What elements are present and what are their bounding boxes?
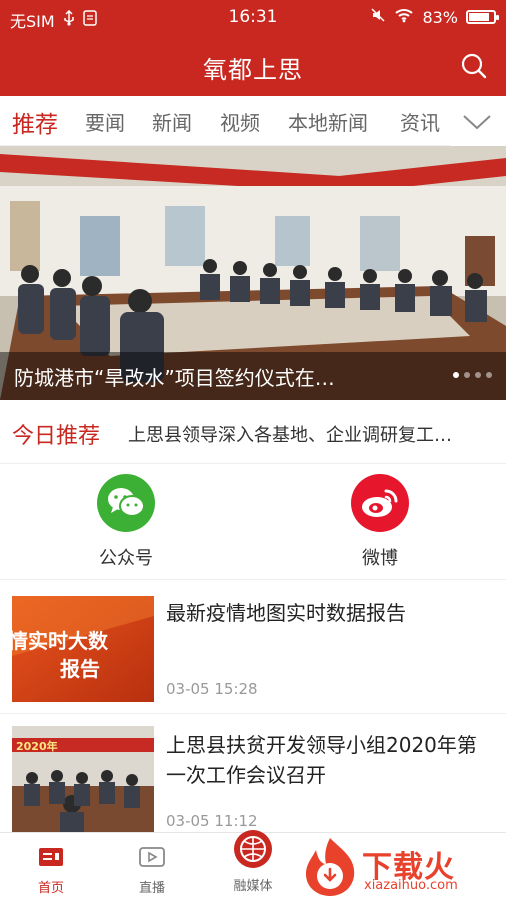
- news-time: 03-05 15:28: [166, 680, 258, 698]
- search-icon: [461, 53, 487, 79]
- tab-news[interactable]: 新闻: [152, 107, 192, 136]
- more-channels-button[interactable]: [450, 96, 506, 146]
- weibo-icon: [351, 474, 409, 532]
- tab-local-news[interactable]: 本地新闻: [288, 107, 368, 136]
- mute-icon: [370, 7, 386, 27]
- home-icon: [11, 841, 91, 873]
- thumb-text: 报告: [60, 657, 100, 681]
- tab-recommend[interactable]: 推荐: [12, 105, 58, 139]
- news-item[interactable]: 2020年 上思县扶贫开发领导小组2020年第一次工作会议召开 03-05 11…: [0, 714, 506, 832]
- carousel-dot: [453, 372, 459, 378]
- page-title: 氧都上思: [203, 56, 303, 84]
- today-recommend-label: 今日推荐: [12, 424, 101, 449]
- news-title: 最新疫情地图实时数据报告: [166, 601, 406, 625]
- news-item[interactable]: 情实时大数 报告 最新疫情地图实时数据报告 03-05 15:28: [0, 582, 506, 714]
- nav-live[interactable]: 直播: [112, 841, 192, 896]
- carousel-dot: [475, 372, 481, 378]
- watermark: 下载火 xiazaihuo.com: [300, 836, 506, 900]
- weibo-entry[interactable]: 微博: [320, 474, 440, 570]
- wechat-icon: [97, 474, 155, 532]
- tab-video[interactable]: 视频: [220, 107, 260, 136]
- tab-info[interactable]: 资讯: [400, 107, 440, 136]
- app-header: 无SIM 16:31 83% 氧都上思: [0, 0, 506, 96]
- search-button[interactable]: [460, 52, 488, 80]
- nav-home[interactable]: 首页: [11, 841, 91, 896]
- today-recommend-headline[interactable]: 上思县领导深入各基地、企业调研复工…: [128, 421, 488, 447]
- nav-live-label: 直播: [138, 881, 165, 896]
- battery-percent: 83%: [422, 7, 458, 27]
- banner-caption: 防城港市“旱改水”项目签约仪式在…: [14, 366, 335, 390]
- today-recommend-bar[interactable]: 今日推荐 上思县领导深入各基地、企业调研复工…: [0, 400, 506, 464]
- status-bar: 无SIM 16:31 83%: [0, 0, 506, 34]
- tab-headlines[interactable]: 要闻: [85, 107, 125, 136]
- media-icon: [213, 827, 293, 871]
- banner-caption-bar: 防城港市“旱改水”项目签约仪式在…: [0, 352, 506, 400]
- live-icon: [112, 841, 192, 873]
- channel-tabs: 推荐 要闻 新闻 视频 本地新闻 资讯: [0, 96, 506, 146]
- banner-carousel[interactable]: 防城港市“旱改水”项目签约仪式在…: [0, 146, 506, 400]
- battery-fill: [469, 13, 489, 21]
- news-title: 上思县扶贫开发领导小组2020年第一次工作会议召开: [166, 733, 477, 787]
- wechat-entry[interactable]: 公众号: [66, 474, 186, 570]
- nav-home-label: 首页: [37, 881, 64, 896]
- chevron-down-icon: [463, 115, 491, 130]
- nav-media[interactable]: 融媒体: [213, 827, 293, 894]
- nav-media-label: 融媒体: [233, 879, 273, 894]
- watermark-flame-logo: [306, 838, 355, 896]
- social-entries: 公众号 微博: [0, 464, 506, 580]
- thumb-text: 2020年: [16, 739, 58, 753]
- title-bar: 氧都上思: [0, 40, 506, 92]
- carousel-dot: [464, 372, 470, 378]
- thumb-text: 情实时大数: [12, 629, 109, 653]
- news-thumbnail: 2020年: [12, 726, 154, 832]
- watermark-domain: xiazaihuo.com: [364, 878, 458, 893]
- battery-icon: [466, 10, 499, 24]
- wifi-icon: [394, 7, 414, 27]
- news-thumbnail: 情实时大数 报告: [12, 596, 154, 702]
- wechat-label: 公众号: [99, 548, 153, 569]
- carousel-indicator: [453, 372, 492, 378]
- weibo-label: 微博: [362, 548, 398, 569]
- carousel-dot: [486, 372, 492, 378]
